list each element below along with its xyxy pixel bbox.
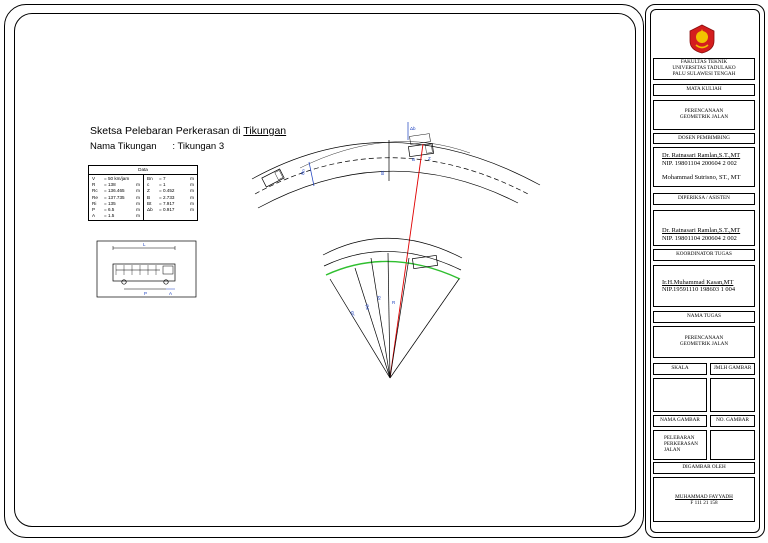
label-bn: Bn (300, 168, 306, 175)
road-outer-edge (251, 142, 541, 186)
radius-fan-4 (387, 252, 391, 379)
label-b: B (412, 157, 415, 162)
checker-label: DIPERIKSA / ASISTEN (653, 193, 755, 205)
sheet-count-label: JMLH GAMBAR (710, 363, 755, 375)
road-shoulder-line (299, 141, 471, 169)
drawing-name-label: NAMA GAMBAR (653, 415, 707, 427)
university-logo-icon (689, 24, 715, 54)
radius-fan-1 (329, 278, 391, 379)
scale-label: SKALA (653, 363, 707, 375)
faculty-box: FAKULTAS TEKNIK UNIVERSITAS TADULAKO PAL… (653, 58, 755, 80)
coordinator-box: Ir.H.Muhammad Kasan,MT NIP.19591110 1986… (653, 265, 755, 307)
coordinator-label: KOORDINATOR TUGAS (653, 249, 755, 261)
detail-arc-outer (322, 237, 463, 259)
bus-dim-a: A (169, 291, 172, 296)
detail-arc-green (325, 260, 461, 280)
dim-bn-line (308, 161, 315, 187)
label-db: Δb (410, 126, 416, 131)
checker-nip: NIP. 19801104 200604 2 002 (662, 234, 737, 242)
radius-fan-2 (354, 267, 391, 379)
drawn-by-box: MUHAMMAD FAYYADH F 111 21 158 (653, 477, 755, 522)
supervisor-1-name: Dr. Ratnasari Ramlan,S.T.,MT (662, 152, 741, 160)
course-name-box: PERENCANAAN GEOMETRIK JALAN (653, 100, 755, 130)
road-inner-edge (257, 170, 519, 209)
radius-fan-3 (370, 257, 391, 379)
coordinator-name: Ir.H.Muhammad Kasan,MT (662, 278, 734, 286)
scale-value-box (653, 378, 707, 412)
supervisor-2-name: Mohammad Sutrisno, ST., MT (662, 174, 741, 182)
bus-diagram (96, 240, 197, 298)
checker-name: Dr. Ratnasari Ramlan,S.T.,MT (662, 227, 741, 235)
drawing-no-value-box (710, 430, 755, 460)
label-z: Z (428, 156, 431, 161)
bus-dim-top: L (143, 242, 146, 247)
vehicle-right (408, 142, 434, 158)
drawn-by-label: DIGAMBAR OLEH (653, 462, 755, 474)
drawing-name-box: PELEBARAN PERKERASAN JALAN (653, 430, 707, 460)
drawn-by-nim: F 111 21 158 (690, 500, 718, 507)
road-centerline (254, 157, 531, 196)
supervisor-label: DOSEN PEMBIMBING (653, 133, 755, 144)
supervisor-box: Dr. Ratnasari Ramlan,S.T.,MT NIP. 198011… (653, 147, 755, 187)
sheet-count-value-box (710, 378, 755, 412)
task-label: NAMA TUGAS (653, 311, 755, 323)
supervisor-1-nip: NIP. 19801104 200604 2 002 (662, 159, 737, 167)
label-re: Re (364, 304, 371, 311)
label-r: R (392, 300, 396, 305)
bus-dim-p: P (144, 291, 147, 296)
label-ri: Ri (376, 295, 382, 300)
label-bt: Bt (380, 170, 385, 175)
bus-body (112, 263, 176, 282)
course-label: MATA KULIAH (653, 84, 755, 96)
coordinator-nip: NIP.19591110 198603 1 004 (662, 286, 736, 293)
radius-fan-6 (389, 278, 460, 379)
drawing-canvas: Bt Δb Bn B Z Rc Re Ri R L P A (96, 122, 541, 379)
radius-fan-5 (389, 257, 410, 379)
checker-box: Dr. Ratnasari Ramlan,S.T.,MT NIP. 198011… (653, 210, 755, 246)
task-name-box: PERENCANAAN GEOMETRIK JALAN (653, 326, 755, 358)
drawing-no-label: NO. GAMBAR (710, 415, 755, 427)
